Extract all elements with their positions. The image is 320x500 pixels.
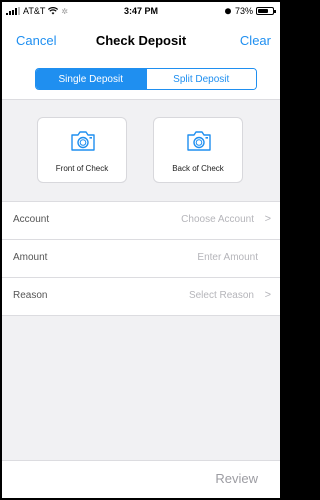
account-label: Account	[13, 214, 50, 225]
back-of-check-label: Back of Check	[172, 164, 224, 173]
battery-icon	[256, 7, 276, 15]
review-button[interactable]: Review	[215, 471, 258, 486]
front-of-check-button[interactable]: Front of Check	[37, 117, 127, 183]
account-value: Choose Account	[181, 214, 254, 225]
chevron-right-icon: >	[264, 213, 271, 225]
battery-group: 73%	[224, 6, 276, 16]
phone-screen: AT&T ✲ 3:47 PM 73% Cancel Check Deposit …	[2, 2, 280, 498]
amount-row[interactable]: Amount Enter Amount	[2, 240, 280, 278]
single-deposit-tab[interactable]: Single Deposit	[36, 69, 146, 89]
alarm-icon	[224, 8, 231, 15]
bottom-bar: Review	[2, 460, 280, 498]
navigation-bar: Cancel Check Deposit Clear	[2, 22, 280, 54]
deposit-type-bar: Single Deposit Split Deposit	[2, 54, 280, 100]
cancel-button[interactable]: Cancel	[16, 33, 56, 48]
amount-input[interactable]: Enter Amount	[197, 252, 258, 263]
split-deposit-tab[interactable]: Split Deposit	[145, 69, 256, 89]
camera-icon	[71, 131, 95, 151]
clear-button[interactable]: Clear	[240, 33, 271, 48]
deposit-type-segmented-control: Single Deposit Split Deposit	[35, 68, 257, 90]
deposit-form: Account Choose Account > Amount Enter Am…	[2, 201, 280, 316]
account-row[interactable]: Account Choose Account >	[2, 202, 280, 240]
status-bar: AT&T ✲ 3:47 PM 73%	[2, 2, 280, 22]
reason-row[interactable]: Reason Select Reason >	[2, 278, 280, 316]
chevron-right-icon: >	[264, 289, 271, 301]
back-of-check-button[interactable]: Back of Check	[153, 117, 243, 183]
battery-level	[258, 9, 268, 13]
camera-icon	[187, 131, 211, 151]
battery-percent: 73%	[234, 6, 253, 16]
front-of-check-label: Front of Check	[55, 164, 109, 173]
reason-value: Select Reason	[188, 290, 254, 301]
amount-label: Amount	[13, 252, 48, 263]
reason-label: Reason	[13, 290, 48, 301]
